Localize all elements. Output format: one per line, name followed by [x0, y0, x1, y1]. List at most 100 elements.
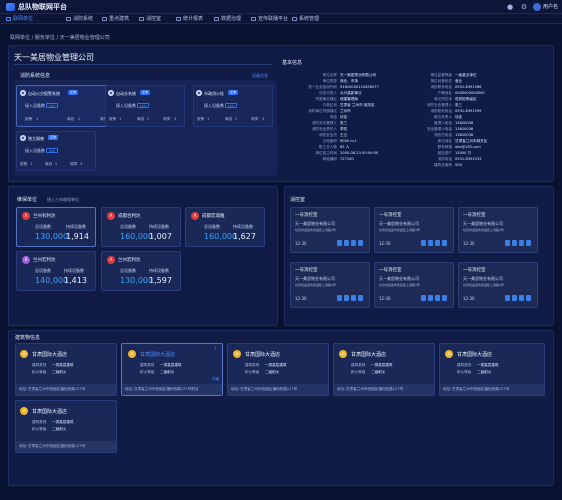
maint-count: 1,597	[149, 276, 172, 285]
type-label: 建筑类别	[32, 363, 47, 367]
maint-label: 持续设备数	[66, 224, 86, 229]
room-time: 12:30	[463, 241, 475, 246]
info-label: 单位经营状态	[430, 79, 452, 83]
offline-value: 2	[235, 117, 238, 121]
breadcrumb[interactable]: 联网单位 / 服务单位 / 天一美居物业管理公司	[10, 34, 110, 41]
nav-item-data[interactable]: 数据治理	[214, 14, 241, 24]
nav-reports-icon	[176, 17, 181, 21]
nav-item-reports[interactable]: 统计报表	[176, 14, 203, 24]
building-icon: ⌂	[339, 350, 347, 358]
nav-item-units[interactable]: 联网单位	[6, 14, 33, 24]
info-label: 单位类型	[322, 79, 337, 83]
offline-value: 2	[78, 117, 81, 121]
nav-item-fire-systems[interactable]: 消防系统	[66, 14, 93, 24]
building-address: 甘肃省兰州市西固区福利西路127号	[28, 444, 86, 448]
operator-icon	[519, 295, 524, 301]
info-value: 商业、市场	[340, 79, 358, 83]
total-label: 总设备数	[35, 268, 51, 273]
device-count: 156	[225, 103, 237, 108]
building-address: 甘肃省兰州市西固区福利西路127号	[240, 387, 298, 391]
info-label: 消防安全员	[319, 133, 337, 137]
operator-icon	[337, 295, 342, 301]
level-label: 耐火等级	[32, 370, 47, 374]
fire-level: 二级耐火	[160, 370, 175, 374]
details-link[interactable]: 详细	[212, 377, 219, 382]
room-time: 12:30	[463, 296, 475, 301]
info-label: 法定代表人	[319, 91, 337, 95]
operator-icon	[351, 240, 356, 246]
nav-data-icon	[214, 17, 219, 21]
building-address: 甘肃省兰州市西固区福利西路127号	[28, 387, 86, 391]
avatar[interactable]	[533, 3, 541, 11]
alarm-value: 1	[207, 117, 210, 121]
info-value: 15000 万	[455, 151, 472, 155]
fault-label: 故障	[251, 117, 259, 121]
nav-item-control-room[interactable]: 消控室	[139, 14, 161, 24]
room-address: 甘肃省金昌市永昌区上海路3号	[463, 228, 504, 232]
offline-label: 离线	[45, 162, 53, 166]
info-label: 职工总人数	[319, 145, 337, 149]
building-type: 一类高层建筑	[477, 363, 499, 367]
operator-icon	[358, 295, 363, 301]
nav-buildings-icon	[102, 17, 107, 21]
operator-icon	[505, 240, 510, 246]
info-label: 统一社会信用代码	[308, 85, 337, 89]
username[interactable]: 用户名	[543, 3, 558, 10]
info-value: 大兴高新事业	[340, 91, 362, 95]
maint-label: 持续设备数	[149, 224, 169, 229]
type-label: 建筑类别	[351, 363, 366, 367]
level-label: 耐火等级	[245, 370, 260, 374]
building-name: 甘肃国际大酒店	[457, 352, 493, 358]
basic-info-title: 基本信息	[282, 60, 303, 66]
room-time: 12:30	[379, 241, 391, 246]
basic-info-right: 单位监管等级 一级重点单位 单位经营状态 营业 消防联系电话 0931-8391…	[398, 73, 550, 173]
info-label: 户籍地址	[437, 91, 452, 95]
info-label: 单位名称	[322, 73, 337, 77]
operator-icon	[337, 240, 342, 246]
info-label: 消防联系电话	[430, 85, 452, 89]
settings-icon[interactable]: ⚙	[520, 3, 528, 11]
nav-item-key-buildings[interactable]: 重点建筑	[102, 14, 129, 24]
operator-icon	[344, 240, 349, 246]
sprinkler-icon: ◉	[108, 90, 114, 96]
room-address: 甘肃省金昌市永昌区上海路3号	[295, 283, 336, 287]
buildings-title: 建筑物信息	[15, 335, 41, 341]
fault-value: 3	[262, 117, 265, 121]
info-value: 727100	[340, 157, 354, 161]
fault-label: 故障	[70, 162, 78, 166]
nav-item-broadcast[interactable]: 宣传联播平台	[251, 14, 288, 24]
operator-icon	[505, 295, 510, 301]
room-company: 天一美居物业有限公司	[463, 221, 503, 226]
fire-level: 二级耐火	[371, 370, 386, 374]
bell-icon[interactable]: ●	[506, 3, 514, 11]
unit-level-icon: A	[107, 212, 115, 220]
room-time: 12:30	[295, 296, 307, 301]
building-name: 甘肃国际大酒店	[245, 352, 281, 358]
alarm-label: 报警	[109, 117, 117, 121]
device-count: 156	[46, 103, 58, 108]
info-label: 消防安全管理人	[311, 121, 337, 125]
alarm-icon: ◉	[20, 90, 26, 96]
info-label: 单位负责人	[434, 115, 452, 119]
info-value: 500	[455, 163, 462, 167]
maint-count: 1,007	[149, 232, 172, 241]
room-address: 甘肃省金昌市永昌区上海路3号	[379, 283, 420, 287]
system-name: 市政消火栓	[204, 91, 224, 96]
nav-item-system[interactable]: 系统管理	[292, 14, 319, 24]
building-type: 一类高层建筑	[265, 363, 287, 367]
operator-icon	[519, 240, 524, 246]
device-info-link[interactable]: 设备信息	[252, 73, 268, 79]
info-label: 占地面积	[322, 139, 337, 143]
maintenance-name: 兰州有利达	[33, 214, 56, 219]
nav-units-icon	[6, 17, 11, 21]
operator-icon	[442, 240, 447, 246]
maintenance-name: 兰州宏利达	[118, 258, 141, 263]
info-value: 城建管理局	[340, 97, 358, 101]
info-label: 单位监管等级	[430, 73, 452, 77]
info-value: 兰州市	[340, 109, 351, 113]
room-time: 12:30	[379, 296, 391, 301]
unit-level-icon: A	[191, 212, 199, 220]
alarm-value: 1	[36, 117, 39, 121]
building-name: 甘肃国际大酒店	[32, 409, 68, 415]
building-type: 一类高层建筑	[160, 363, 182, 367]
